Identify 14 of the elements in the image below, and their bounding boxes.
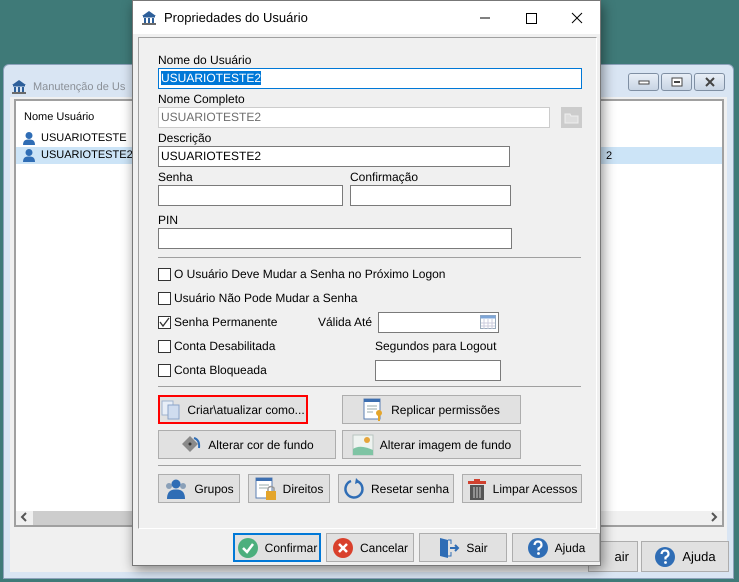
user-name: USUARIOTESTE2 bbox=[41, 148, 133, 163]
user-name: USUARIOTESTE bbox=[41, 130, 127, 146]
field-label: Senha bbox=[158, 169, 194, 185]
field-label: PIN bbox=[158, 212, 180, 228]
field-label: Descrição bbox=[158, 130, 212, 146]
field-label: Confirmação bbox=[350, 169, 420, 185]
field-label: Válida Até bbox=[318, 314, 372, 331]
window-title: Manutenção de Us bbox=[33, 80, 126, 95]
field-label: Nome do Usuário bbox=[158, 52, 252, 68]
window-title: Propriedades do Usuário bbox=[164, 8, 308, 27]
field-label: Segundos para Logout bbox=[374, 338, 498, 355]
field-label: Nome Completo bbox=[158, 91, 246, 107]
list-cell-text: 2 bbox=[606, 148, 612, 164]
column-header: Nome Usuário bbox=[24, 110, 94, 125]
